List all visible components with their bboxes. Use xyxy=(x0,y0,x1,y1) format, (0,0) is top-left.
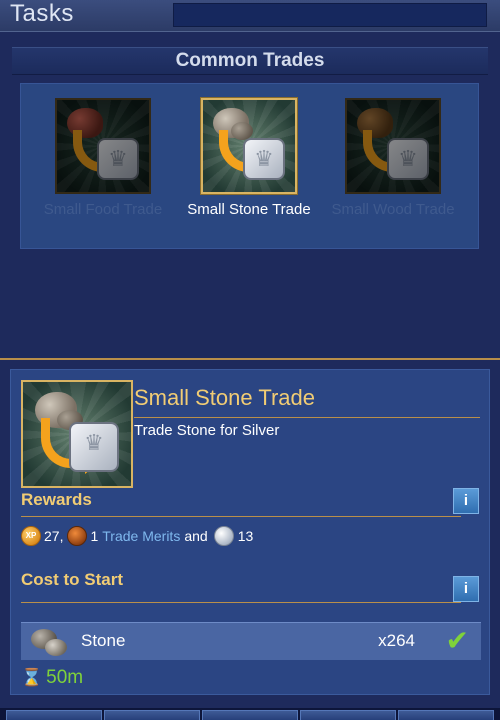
trade-card-small-stone[interactable]: Small Stone Trade xyxy=(179,98,319,248)
cost-quantity: x264 xyxy=(378,631,415,650)
merits-value: 1 xyxy=(90,528,99,544)
trade-detail-panel: Small Stone Trade Trade Stone for Silver… xyxy=(10,369,490,695)
cost-info-button[interactable]: i xyxy=(453,576,479,602)
cost-divider xyxy=(21,602,461,603)
title-divider xyxy=(134,417,480,418)
rewards-line: XP 27, 1 Trade Merits and 13 xyxy=(21,524,253,548)
silver-icon xyxy=(243,138,285,180)
bottom-tab[interactable] xyxy=(300,710,396,720)
rewards-divider xyxy=(21,516,461,517)
cost-resource-name: Stone xyxy=(81,631,126,650)
silver-value: 13 xyxy=(237,528,254,544)
and-text: and xyxy=(184,528,208,544)
section-title: Common Trades xyxy=(175,50,325,71)
bottom-tab-bar xyxy=(0,708,500,720)
silver-coin-icon xyxy=(213,526,234,546)
trade-merit-icon xyxy=(67,526,88,546)
bottom-tab[interactable] xyxy=(6,710,102,720)
detail-stone-trade-icon xyxy=(21,380,133,488)
cost-row-stone: Stone x264 ✔ xyxy=(21,622,481,660)
xp-icon: XP xyxy=(21,526,41,546)
stone-trade-icon xyxy=(201,98,297,194)
trade-description: Trade Stone for Silver xyxy=(134,422,280,439)
duration: ⌛ 50m xyxy=(21,666,83,690)
wood-trade-icon xyxy=(345,98,441,194)
bottom-tab[interactable] xyxy=(398,710,494,720)
trade-merits-link[interactable]: Trade Merits xyxy=(102,528,180,544)
trade-detail-area: Small Stone Trade Trade Stone for Silver… xyxy=(0,360,500,708)
silver-icon xyxy=(387,138,429,180)
rewards-heading: Rewards xyxy=(21,490,92,509)
trade-title: Small Stone Trade xyxy=(134,385,315,410)
page-title: Tasks xyxy=(10,0,74,27)
trades-panel: Small Food Trade Small Stone Trade Small… xyxy=(20,83,479,249)
trade-card-small-food[interactable]: Small Food Trade xyxy=(33,98,173,248)
header-status-bar xyxy=(173,3,487,27)
trade-card-label: Small Wood Trade xyxy=(331,201,455,218)
cost-heading: Cost to Start xyxy=(21,570,123,589)
silver-icon xyxy=(69,422,119,472)
bottom-tab[interactable] xyxy=(202,710,298,720)
xp-value: 27, xyxy=(44,528,64,544)
hourglass-icon: ⌛ xyxy=(21,668,43,687)
trade-card-label: Small Food Trade xyxy=(43,201,163,218)
trade-card-small-wood[interactable]: Small Wood Trade xyxy=(323,98,463,248)
trade-card-label: Small Stone Trade xyxy=(187,201,311,218)
stone-icon xyxy=(31,627,67,657)
duration-value: 50m xyxy=(46,667,84,688)
common-trades-header: Common Trades xyxy=(12,47,488,75)
food-trade-icon xyxy=(55,98,151,194)
silver-icon xyxy=(97,138,139,180)
top-header: Tasks xyxy=(0,0,500,32)
check-icon: ✔ xyxy=(445,625,469,656)
bottom-tab[interactable] xyxy=(104,710,200,720)
rewards-info-button[interactable]: i xyxy=(453,488,479,514)
